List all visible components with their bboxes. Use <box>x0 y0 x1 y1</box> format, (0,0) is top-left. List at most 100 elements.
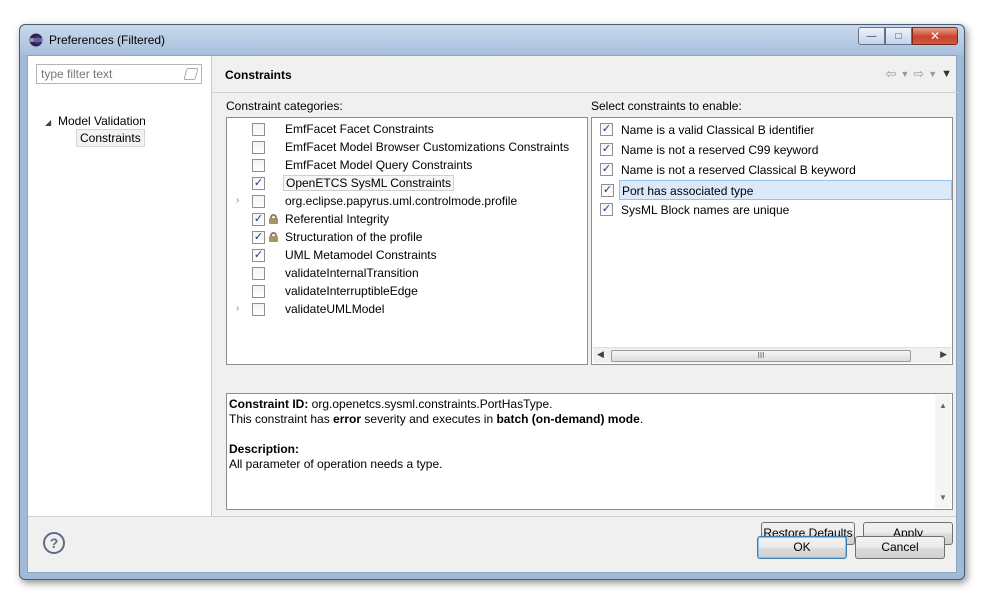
severity-value: error <box>333 412 362 426</box>
category-label: validateInternalTransition <box>285 266 419 280</box>
lock-icon <box>269 232 278 242</box>
scroll-right-icon[interactable]: ▶ <box>940 349 947 360</box>
category-checkbox[interactable] <box>252 195 265 208</box>
category-label: EmfFacet Model Query Constraints <box>285 158 473 172</box>
preference-page: Constraints ⇦ ▼ ⇨ ▼ ▼ Constraint categor… <box>213 56 958 545</box>
constraint-checkbox[interactable]: ✓ <box>600 163 613 176</box>
category-checkbox[interactable]: ✓ <box>252 249 265 262</box>
category-checkbox[interactable] <box>252 285 265 298</box>
constraint-checkbox[interactable]: ✓ <box>600 203 613 216</box>
maximize-button[interactable]: □ <box>885 27 912 45</box>
scroll-thumb-grip: III <box>757 351 765 360</box>
category-checkbox[interactable] <box>252 141 265 154</box>
cancel-button[interactable]: Cancel <box>855 536 945 559</box>
description-label: Description: <box>229 442 300 456</box>
header-divider <box>213 92 958 93</box>
category-row[interactable]: ✓ UML Metamodel Constraints <box>227 246 587 264</box>
dialog-client-area: type filter text ◢ Model Validation Cons… <box>27 55 958 573</box>
category-label: EmfFacet Model Browser Customizations Co… <box>285 140 570 154</box>
category-checkbox[interactable]: ✓ <box>252 177 265 190</box>
horizontal-scrollbar[interactable]: ◀ III ▶ <box>593 347 951 363</box>
constraint-id-line: Constraint ID: org.openetcs.sysml.constr… <box>229 397 950 412</box>
category-label: validateUMLModel <box>285 302 385 316</box>
categories-label: Constraint categories: <box>226 99 343 113</box>
constraint-id-label: Constraint ID: <box>229 397 309 411</box>
constraint-checkbox[interactable]: ✓ <box>600 123 613 136</box>
severity-text-b: severity and executes in <box>361 412 497 426</box>
category-row[interactable]: ✓ Referential Integrity <box>227 210 587 228</box>
category-label: OpenETCS SysML Constraints <box>283 175 454 191</box>
forward-icon[interactable]: ⇨ <box>913 66 924 82</box>
severity-line: This constraint has error severity and e… <box>229 412 950 427</box>
constraint-checkbox[interactable]: ✓ <box>601 184 614 197</box>
category-row[interactable]: validateInternalTransition <box>227 264 587 282</box>
filter-placeholder: type filter text <box>41 67 113 81</box>
category-row[interactable]: validateInterruptibleEdge <box>227 282 587 300</box>
clear-filter-icon[interactable] <box>183 68 199 80</box>
ok-button[interactable]: OK <box>757 536 847 559</box>
expand-arrow-icon[interactable]: › <box>236 303 239 314</box>
category-label: UML Metamodel Constraints <box>285 248 437 262</box>
category-row[interactable]: ✓ OpenETCS SysML Constraints <box>227 174 587 192</box>
constraint-row[interactable]: ✓ Name is not a reserved C99 keyword <box>592 140 952 160</box>
window-title: Preferences (Filtered) <box>49 33 166 47</box>
constraint-details: Constraint ID: org.openetcs.sysml.constr… <box>226 393 953 510</box>
category-checkbox[interactable]: ✓ <box>252 213 265 226</box>
categories-tree[interactable]: EmfFacet Facet Constraints EmfFacet Model… <box>226 117 588 365</box>
eclipse-icon <box>29 33 43 47</box>
constraint-row[interactable]: ✓ Name is not a reserved Classical B keyw… <box>592 160 952 180</box>
scroll-up-icon[interactable]: ▲ <box>939 398 947 413</box>
category-checkbox[interactable] <box>252 267 265 280</box>
constraints-label: Select constraints to enable: <box>591 99 742 113</box>
category-checkbox[interactable] <box>252 159 265 172</box>
scroll-left-icon[interactable]: ◀ <box>597 349 604 360</box>
constraint-id-value: org.openetcs.sysml.constraints.PortHasTy… <box>308 397 553 411</box>
category-label: Referential Integrity <box>285 212 390 226</box>
close-icon: ✕ <box>929 29 941 43</box>
constraint-row[interactable]: ✓ Port has associated type <box>601 180 952 200</box>
scroll-down-icon[interactable]: ▼ <box>939 490 947 505</box>
lock-icon <box>269 214 278 224</box>
vertical-scrollbar[interactable]: ▲ ▼ <box>935 395 951 508</box>
preference-tree-panel: type filter text ◢ Model Validation Cons… <box>28 56 212 516</box>
title-bar[interactable]: Preferences (Filtered) — □ ✕ <box>20 25 964 55</box>
back-menu-icon[interactable]: ▼ <box>900 66 909 82</box>
category-label: Structuration of the profile <box>285 230 423 244</box>
minimize-icon: — <box>866 30 877 42</box>
severity-text-a: This constraint has <box>229 412 334 426</box>
constraint-row[interactable]: ✓ Name is a valid Classical B identifier <box>592 120 952 140</box>
category-row[interactable]: EmfFacet Model Browser Customizations Co… <box>227 138 587 156</box>
constraint-checkbox[interactable]: ✓ <box>600 143 613 156</box>
forward-menu-icon[interactable]: ▼ <box>928 66 937 82</box>
category-row[interactable]: › org.eclipse.papyrus.uml.controlmode.pro… <box>227 192 587 210</box>
tree-item-constraints[interactable]: Constraints <box>76 129 145 147</box>
tree-item-model-validation[interactable]: Model Validation <box>58 114 146 128</box>
category-row[interactable]: EmfFacet Facet Constraints <box>227 120 587 138</box>
description-text: All parameter of operation needs a type. <box>229 457 443 471</box>
back-icon[interactable]: ⇦ <box>885 66 896 82</box>
category-checkbox[interactable] <box>252 303 265 316</box>
category-row[interactable]: EmfFacet Model Query Constraints <box>227 156 587 174</box>
window-controls: — □ ✕ <box>858 27 958 45</box>
filter-input[interactable]: type filter text <box>36 64 202 84</box>
collapse-arrow-icon[interactable]: ◢ <box>45 118 51 127</box>
footer-divider <box>28 516 956 517</box>
constraint-label: Port has associated type <box>622 184 754 198</box>
close-button[interactable]: ✕ <box>912 27 958 45</box>
category-checkbox[interactable]: ✓ <box>252 231 265 244</box>
view-menu-icon[interactable]: ▼ <box>941 66 952 82</box>
category-row[interactable]: ✓ Structuration of the profile <box>227 228 587 246</box>
page-title: Constraints <box>225 68 292 82</box>
maximize-icon: □ <box>895 30 902 42</box>
constraint-row[interactable]: ✓ SysML Block names are unique <box>592 200 952 220</box>
category-checkbox[interactable] <box>252 123 265 136</box>
severity-text-c: . <box>639 412 644 426</box>
expand-arrow-icon[interactable]: › <box>236 195 239 206</box>
scroll-thumb[interactable]: III <box>611 350 911 362</box>
category-row[interactable]: › validateUMLModel <box>227 300 587 318</box>
constraints-list[interactable]: ✓ SysML Block names are unique ✓ Port has a… <box>591 117 953 365</box>
help-icon[interactable]: ? <box>43 532 65 554</box>
category-label: org.eclipse.papyrus.uml.controlmode.prof… <box>285 194 518 208</box>
minimize-button[interactable]: — <box>858 27 885 45</box>
category-label: EmfFacet Facet Constraints <box>285 122 434 136</box>
